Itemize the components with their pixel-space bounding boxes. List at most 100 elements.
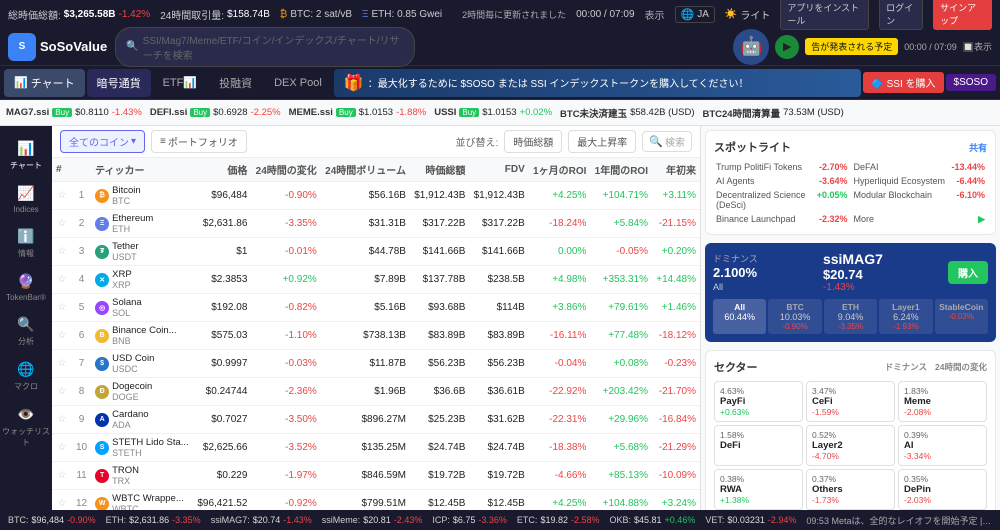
roi-1y-cell: +0.08% — [590, 350, 652, 378]
ssi-banner: 🎁 ：最大化するために $SOSO または SSI インデックストークンを購入し… — [334, 69, 862, 97]
coin-name-cell: A Cardano ADA — [91, 406, 193, 434]
sector-card[interactable]: 0.37% Others -1.73% — [806, 469, 895, 510]
ssi-card-buy-button[interactable]: 購入 — [948, 261, 988, 284]
change-24h-cell: -1.97% — [251, 462, 320, 490]
play-button[interactable]: ▶ — [775, 35, 799, 59]
fdv-cell: $238.5B — [469, 266, 528, 294]
search-box[interactable]: 🔍 SSI/Mag7/Meme/ETF/コイン/インデックス/チャート/リサーチ… — [115, 27, 415, 67]
star-cell[interactable]: ☆ — [52, 490, 72, 511]
col-header-1 — [72, 158, 91, 182]
sort-time-cap[interactable]: 時価総額 — [504, 130, 562, 153]
coin-icon: ◎ — [95, 301, 109, 315]
roi-1y-cell: +104.88% — [590, 490, 652, 511]
sector-card[interactable]: 0.35% DePin -2.03% — [898, 469, 987, 510]
sector-card[interactable]: 0.52% Layer2 -4.70% — [806, 425, 895, 466]
coin-icon: Ξ — [95, 217, 109, 231]
all-coins-filter[interactable]: 全てのコイン ▾ — [60, 130, 145, 153]
theme-toggle[interactable]: ☀️ ライト — [725, 7, 770, 22]
star-cell[interactable]: ☆ — [52, 266, 72, 294]
ssi-icon: 🔷 — [871, 79, 883, 90]
sidebar-item-[interactable]: ℹ️情報 — [0, 222, 52, 263]
sidebar-item-[interactable]: 🔍分析 — [0, 310, 52, 351]
table-row[interactable]: ☆ 9 A Cardano ADA $0.7027 -3.50% $896.27… — [52, 406, 700, 434]
promo-display[interactable]: 🔲表示 — [963, 40, 992, 53]
table-row[interactable]: ☆ 10 S STETH Lido Sta... STETH $2,625.66… — [52, 434, 700, 462]
rank-cell: 11 — [72, 462, 91, 490]
market-cap-cell: $141.66B — [410, 238, 469, 266]
sidebar-item-tokenbar[interactable]: 🔮TokenBar® — [0, 267, 52, 306]
star-cell[interactable]: ☆ — [52, 406, 72, 434]
price-cell: $1 — [193, 238, 251, 266]
dominance-item[interactable]: ETH 9.04% -3.35% — [824, 299, 877, 334]
table-row[interactable]: ☆ 2 Ξ Ethereum ETH $2,631.86 -3.35% $31.… — [52, 210, 700, 238]
sidebar-item-indices[interactable]: 📈Indices — [0, 179, 52, 218]
col-header-10: 年初来 — [652, 158, 700, 182]
table-row[interactable]: ☆ 8 Ð Dogecoin DOGE $0.24744 -2.36% $1.9… — [52, 378, 700, 406]
dominance-item[interactable]: BTC 10.03% -0.90% — [768, 299, 821, 334]
fdv-cell: $19.72B — [469, 462, 528, 490]
coin-table-container[interactable]: #ティッカー価格24時間の変化24時間ボリューム時価総額FDV1ヶ月のROI1年… — [52, 158, 700, 510]
sector-card[interactable]: 4.63% PayFi +0.63% — [714, 381, 803, 422]
tab-crypto[interactable]: 暗号通貨 — [87, 69, 151, 97]
dominance-item[interactable]: All 60.44% — [713, 299, 766, 334]
sector-section: セクター ドミナンス 24時間の変化 4.63% PayFi +0.63%3.4… — [705, 350, 996, 510]
star-cell[interactable]: ☆ — [52, 182, 72, 210]
tab-dex[interactable]: DEX Pool — [264, 71, 332, 95]
portfolio-filter[interactable]: ≡ ポートフォリオ — [151, 130, 247, 153]
coin-icon: A — [95, 413, 109, 427]
market-cap-cell: $25.23B — [410, 406, 469, 434]
install-app-button[interactable]: アプリをインストール — [780, 0, 869, 30]
vol-24h-cell: $7.89B — [321, 266, 410, 294]
soso-buy-button[interactable]: $SOSO — [946, 74, 996, 91]
star-cell[interactable]: ☆ — [52, 294, 72, 322]
lang-selector[interactable]: 🌐 JA — [675, 6, 715, 23]
sector-card[interactable]: 3.47% CeFi -1.59% — [806, 381, 895, 422]
coin-table: #ティッカー価格24時間の変化24時間ボリューム時価総額FDV1ヶ月のROI1年… — [52, 158, 700, 510]
star-cell[interactable]: ☆ — [52, 378, 72, 406]
table-row[interactable]: ☆ 12 W WBTC Wrappe... WBTC $96,421.52 -0… — [52, 490, 700, 511]
sector-card[interactable]: 1.83% Meme -2.08% — [898, 381, 987, 422]
table-row[interactable]: ☆ 3 ₮ Tether USDT $1 -0.01% $44.78B $141… — [52, 238, 700, 266]
sidebar-item-[interactable]: 🌐マクロ — [0, 355, 52, 396]
sort-max-rise[interactable]: 最大上昇率 — [568, 130, 636, 153]
search-filter[interactable]: 🔍 検索 — [642, 131, 692, 152]
table-row[interactable]: ☆ 6 B Binance Coin... BNB $575.03 -1.10%… — [52, 322, 700, 350]
table-row[interactable]: ☆ 4 ✕ XRP XRP $2.3853 +0.92% $7.89B $137… — [52, 266, 700, 294]
market-cap-cell: $83.89B — [410, 322, 469, 350]
spotlight-item: Decentralized Science (DeSci)+0.05% — [714, 189, 850, 211]
tab-invest[interactable]: 投融資 — [209, 69, 262, 97]
table-row[interactable]: ☆ 7 $ USD Coin USDC $0.9997 -0.03% $11.8… — [52, 350, 700, 378]
star-cell[interactable]: ☆ — [52, 238, 72, 266]
coin-name-cell: ✕ XRP XRP — [91, 266, 193, 294]
sidebar-item-[interactable]: 👁️ウォッチリスト — [0, 400, 52, 452]
tab-etf[interactable]: ETF📊 — [153, 70, 207, 95]
signup-button[interactable]: サインアップ — [933, 0, 992, 30]
sidebar-item-[interactable]: 📊チャート — [0, 134, 52, 175]
star-cell[interactable]: ☆ — [52, 210, 72, 238]
login-button[interactable]: ログイン — [879, 0, 923, 30]
dominance-item[interactable]: Layer1 6.24% -1.93% — [879, 299, 932, 334]
tab-chart[interactable]: 📊 チャート — [4, 69, 85, 97]
star-cell[interactable]: ☆ — [52, 322, 72, 350]
sector-card[interactable]: 1.58% DeFi — [714, 425, 803, 466]
spotlight-item: Modular Blockchain-6.10% — [852, 189, 988, 211]
sector-card[interactable]: 0.38% RWA +1.38% — [714, 469, 803, 510]
star-cell[interactable]: ☆ — [52, 350, 72, 378]
table-row[interactable]: ☆ 11 T TRON TRX $0.229 -1.97% $846.59M $… — [52, 462, 700, 490]
display-toggle[interactable]: 表示 — [645, 7, 665, 22]
spotlight-item[interactable]: More▶ — [852, 213, 988, 226]
table-row[interactable]: ☆ 1 ₿ Bitcoin BTC $96,484 -0.90% $56.16B… — [52, 182, 700, 210]
coin-icon: ₿ — [95, 189, 109, 203]
ssi-buy-button[interactable]: 🔷 SSI を購入 — [863, 72, 943, 93]
star-cell[interactable]: ☆ — [52, 462, 72, 490]
fdv-cell: $36.61B — [469, 378, 528, 406]
change-24h-cell: -0.92% — [251, 490, 320, 511]
roi-1y-cell: +104.71% — [590, 182, 652, 210]
sector-card[interactable]: 0.39% AI -3.34% — [898, 425, 987, 466]
table-row[interactable]: ☆ 5 ◎ Solana SOL $192.08 -0.82% $5.16B $… — [52, 294, 700, 322]
dominance-item[interactable]: StableCoin -0.03% — [935, 299, 988, 334]
spotlight-share[interactable]: 共有 — [969, 141, 987, 154]
bottom-ticker-item: ETC:$19.82-2.58% — [517, 515, 600, 525]
fdv-cell: $1,912.43B — [469, 182, 528, 210]
star-cell[interactable]: ☆ — [52, 434, 72, 462]
